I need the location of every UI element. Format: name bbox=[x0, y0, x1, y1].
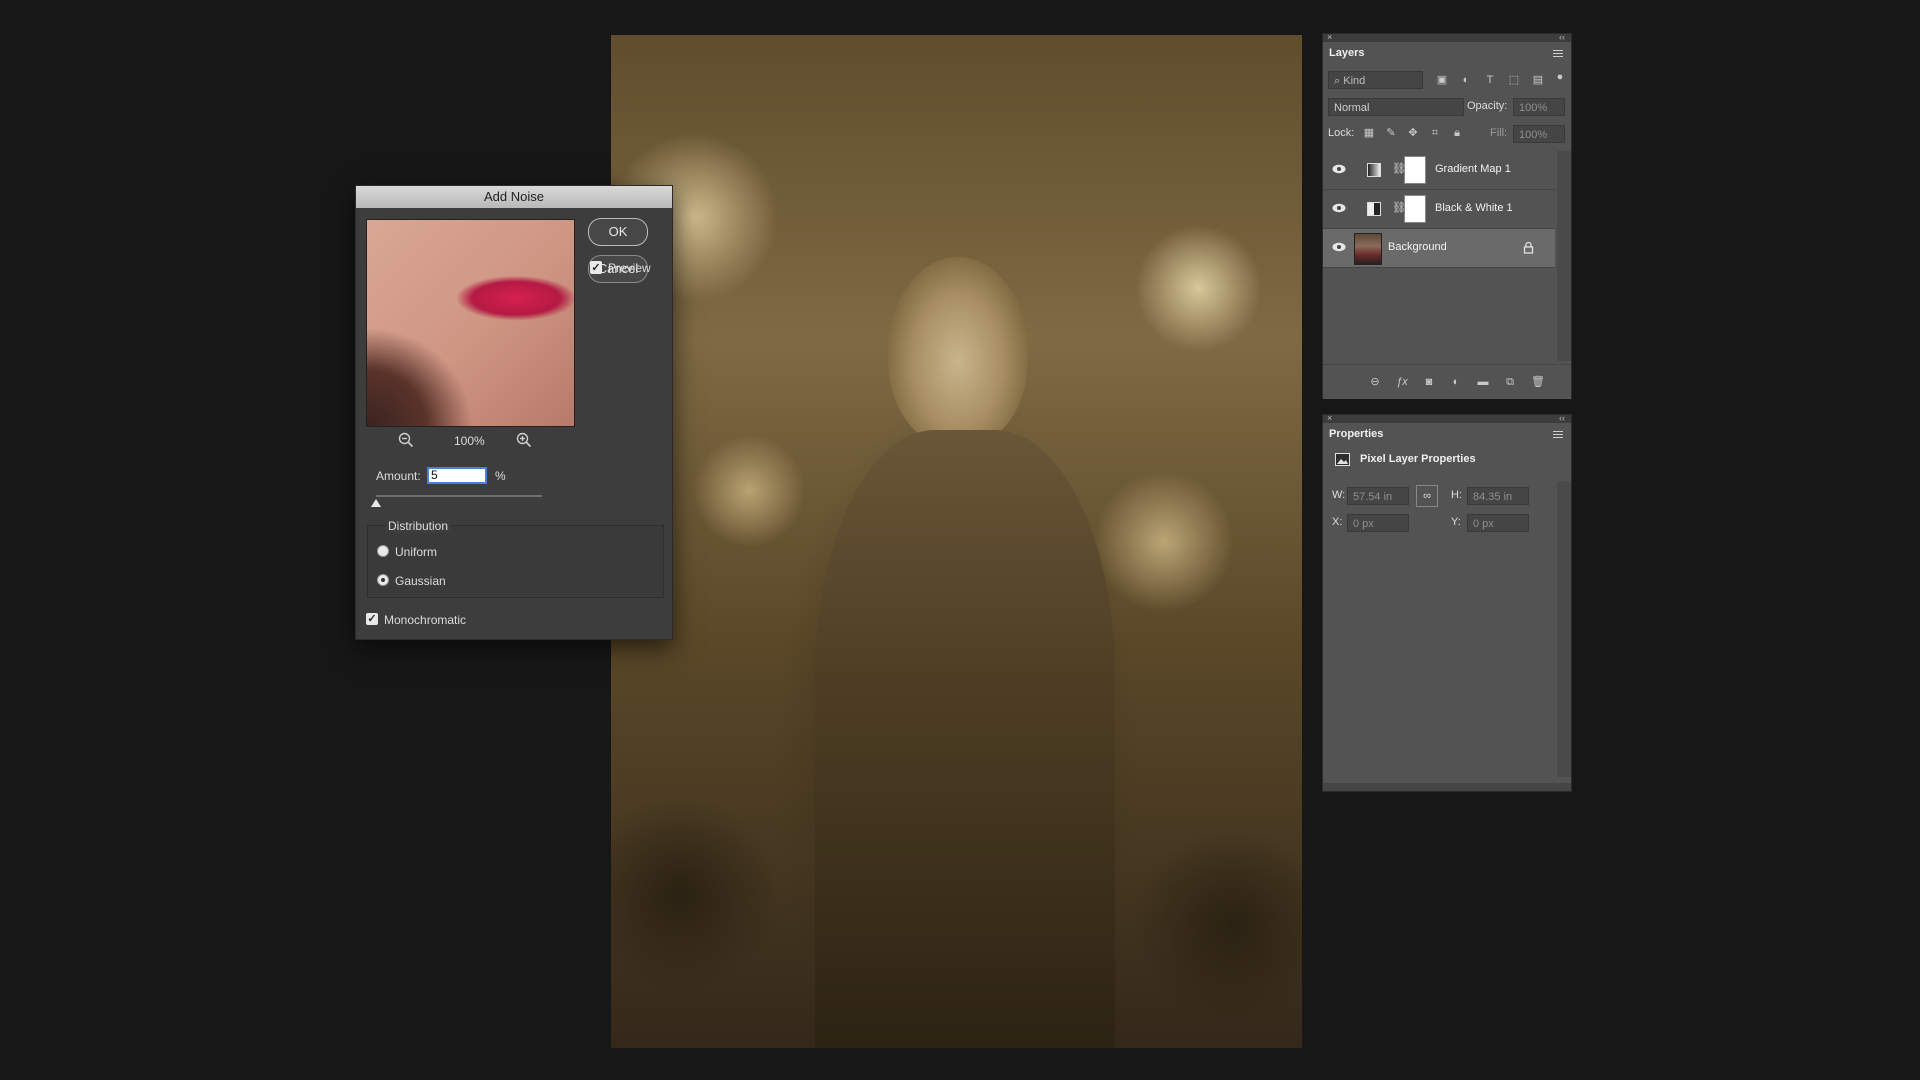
zoom-in-icon[interactable] bbox=[516, 432, 532, 448]
gaussian-label: Gaussian bbox=[395, 574, 446, 588]
dialog-title: Add Noise bbox=[356, 186, 672, 208]
amount-label: Amount: bbox=[376, 469, 421, 483]
eye-icon[interactable] bbox=[1332, 203, 1346, 213]
x-input[interactable]: 0 px bbox=[1347, 514, 1409, 532]
layer-mask-thumbnail[interactable] bbox=[1404, 195, 1426, 223]
preview-check-mark: ✓ bbox=[590, 262, 602, 274]
layer-row-black-white[interactable]: ⛓︎ Black & White 1 bbox=[1323, 190, 1555, 229]
adjustment-filter-icon[interactable]: ◐ bbox=[1460, 74, 1472, 86]
y-input[interactable]: 0 px bbox=[1467, 514, 1529, 532]
width-label: W: bbox=[1332, 489, 1346, 501]
gradient-map-adjustment-icon bbox=[1367, 163, 1381, 177]
blend-mode-select[interactable]: Normal bbox=[1328, 98, 1464, 116]
delete-layer-icon[interactable]: 🗑︎ bbox=[1531, 376, 1545, 388]
fx-icon[interactable]: ƒx bbox=[1396, 376, 1408, 388]
lock-artboard-icon[interactable]: ⌗ bbox=[1429, 127, 1441, 139]
panel-header-bar bbox=[1323, 415, 1571, 423]
amount-unit: % bbox=[495, 469, 506, 483]
new-layer-icon[interactable]: ⧉ bbox=[1504, 376, 1516, 388]
height-input[interactable]: 84.35 in bbox=[1467, 487, 1529, 505]
gaussian-radio[interactable] bbox=[377, 574, 389, 586]
fill-input[interactable]: 100% bbox=[1513, 125, 1565, 143]
lock-label: Lock: bbox=[1328, 127, 1355, 139]
amount-input[interactable]: 5 bbox=[427, 467, 487, 484]
ok-button[interactable]: OK bbox=[588, 218, 648, 246]
layer-thumbnail[interactable] bbox=[1354, 233, 1382, 265]
link-icon: ⛓︎ bbox=[1392, 202, 1406, 214]
layers-panel: × ‹‹ Layers ⌕ Kind ▣ ◐ T ⬚ ▤ ● Normal Op… bbox=[1322, 32, 1572, 399]
lock-transparency-icon[interactable]: ▦ bbox=[1363, 127, 1375, 139]
close-icon[interactable]: × bbox=[1327, 32, 1332, 42]
pixel-filter-icon[interactable]: ▣ bbox=[1436, 74, 1448, 86]
amount-slider-thumb[interactable] bbox=[371, 499, 381, 507]
tab-layers[interactable]: Layers bbox=[1323, 45, 1389, 62]
layer-mask-thumbnail[interactable] bbox=[1404, 156, 1426, 184]
pixel-layer-icon bbox=[1335, 453, 1350, 466]
double-chevron-icon[interactable]: ‹‹ bbox=[1559, 413, 1565, 423]
search-icon: ⌕ bbox=[1334, 75, 1341, 87]
fill-label: Fill: bbox=[1490, 127, 1508, 139]
smart-object-filter-icon[interactable]: ▤ bbox=[1532, 74, 1544, 86]
layer-row-gradient-map[interactable]: ⛓︎ Gradient Map 1 bbox=[1323, 151, 1555, 190]
amount-slider-track[interactable] bbox=[376, 495, 542, 497]
opacity-label: Opacity: bbox=[1467, 100, 1508, 112]
link-icon[interactable]: ∞ bbox=[1416, 485, 1438, 507]
x-label: X: bbox=[1332, 516, 1343, 528]
zoom-out-icon[interactable] bbox=[398, 432, 414, 448]
preview-label: Preview bbox=[608, 261, 651, 275]
monochromatic-label: Monochromatic bbox=[384, 613, 467, 627]
zoom-level: 100% bbox=[454, 434, 485, 448]
opacity-input[interactable]: 100% bbox=[1513, 98, 1565, 116]
y-label: Y: bbox=[1451, 516, 1461, 528]
panel-resize-bar[interactable] bbox=[1323, 783, 1571, 791]
shape-filter-icon[interactable]: ⬚ bbox=[1508, 74, 1520, 86]
filter-kind-value: Kind bbox=[1343, 75, 1366, 87]
close-icon[interactable]: × bbox=[1327, 413, 1332, 423]
layer-filter-kind[interactable]: ⌕ Kind bbox=[1328, 71, 1423, 89]
photo-subject-body bbox=[815, 430, 1115, 1048]
panel-menu-icon[interactable] bbox=[1553, 431, 1563, 439]
black-white-adjustment-icon bbox=[1367, 202, 1381, 216]
layer-row-background[interactable]: Background bbox=[1323, 229, 1555, 268]
layer-name: Black & White 1 bbox=[1435, 202, 1513, 214]
width-input[interactable]: 57.54 in bbox=[1347, 487, 1409, 505]
lock-icon[interactable] bbox=[1523, 241, 1534, 254]
tab-properties[interactable]: Properties bbox=[1323, 426, 1409, 443]
layers-scrollbar[interactable] bbox=[1557, 151, 1571, 361]
properties-scrollbar[interactable] bbox=[1557, 481, 1571, 777]
layer-name: Background bbox=[1388, 241, 1447, 253]
new-group-icon[interactable]: ▬ bbox=[1477, 376, 1489, 388]
add-mask-icon[interactable]: ◙ bbox=[1423, 376, 1435, 388]
height-label: H: bbox=[1451, 489, 1462, 501]
new-adjustment-icon[interactable]: ◐ bbox=[1450, 376, 1462, 388]
link-layers-icon[interactable]: ⊖ bbox=[1369, 376, 1381, 388]
layer-name: Gradient Map 1 bbox=[1435, 163, 1511, 175]
type-filter-icon[interactable]: T bbox=[1484, 74, 1496, 86]
section-title: Pixel Layer Properties bbox=[1360, 453, 1476, 465]
uniform-radio[interactable] bbox=[377, 545, 389, 557]
monochromatic-checkbox[interactable]: ✓ bbox=[366, 613, 378, 625]
panel-menu-icon[interactable] bbox=[1553, 50, 1563, 58]
eye-icon[interactable] bbox=[1332, 242, 1346, 252]
lock-pixels-icon[interactable]: ✎ bbox=[1385, 127, 1397, 139]
filter-preview-image[interactable] bbox=[366, 219, 575, 427]
lock-all-icon[interactable]: 🔒︎ bbox=[1451, 127, 1463, 139]
filter-toggle-icon[interactable]: ● bbox=[1554, 71, 1566, 83]
properties-panel: × ‹‹ Properties Pixel Layer Properties W… bbox=[1322, 413, 1572, 792]
eye-icon[interactable] bbox=[1332, 164, 1346, 174]
photo-subject-head bbox=[888, 257, 1028, 447]
uniform-label: Uniform bbox=[395, 545, 438, 559]
link-icon: ⛓︎ bbox=[1392, 163, 1406, 175]
panel-header-bar bbox=[1323, 34, 1571, 42]
lock-position-icon[interactable]: ✥ bbox=[1407, 127, 1419, 139]
add-noise-dialog: Add Noise OK Cancel ✓ Preview 100% Amoun… bbox=[355, 185, 673, 640]
double-chevron-icon[interactable]: ‹‹ bbox=[1559, 32, 1565, 42]
distribution-label: Distribution bbox=[385, 519, 452, 533]
